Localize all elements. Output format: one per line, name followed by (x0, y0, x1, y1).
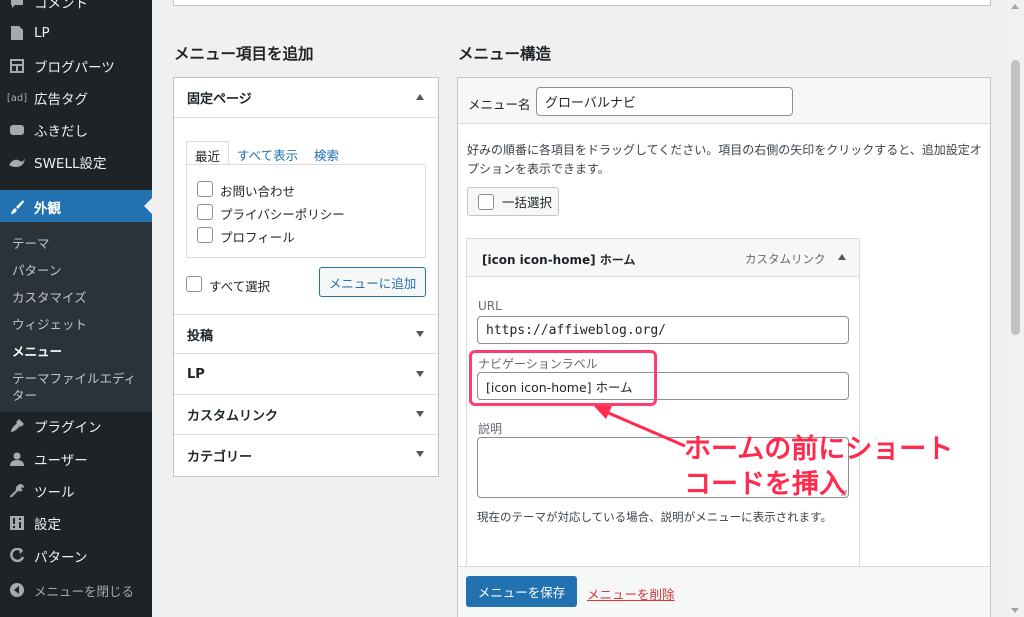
sidebar-item-users[interactable]: ユーザー (0, 443, 152, 475)
page-label-contact: お問い合わせ (220, 184, 296, 199)
instructions-text: 好みの順番に各項目をドラッグしてください。項目の右側の矢印をクリックすると、追加… (467, 143, 982, 176)
collapse-item-icon[interactable] (838, 254, 846, 260)
submenu-item-widgets[interactable]: ウィジェット (12, 314, 87, 333)
menu-name-label: メニュー名 (468, 97, 531, 112)
collapse-arrow-icon (416, 94, 424, 100)
page-label-profile: プロフィール (220, 230, 295, 245)
select-all-label: すべて選択 (209, 279, 271, 294)
expand-arrow-icon (416, 451, 424, 457)
expand-arrow-icon (416, 371, 424, 377)
appearance-submenu: テーマ パターン カスタマイズ ウィジェット メニュー テーマファイルエディ タ… (0, 222, 152, 412)
description-label: 説明 (478, 422, 503, 436)
submenu-item-theme-file-editor-cont[interactable]: ター (12, 385, 37, 404)
top-panel (173, 0, 991, 6)
scroll-thumb[interactable] (1011, 60, 1020, 335)
save-menu-button[interactable]: メニューを保存 (466, 576, 577, 607)
swell-icon (0, 156, 34, 168)
ad-icon: [ad] (6, 92, 28, 104)
sidebar-item-plugins[interactable]: プラグイン (0, 410, 152, 442)
scroll-up-icon[interactable] (1011, 4, 1019, 9)
expand-arrow-icon (416, 331, 424, 337)
sidebar-item-patterns[interactable]: パターン (0, 540, 152, 572)
url-input[interactable]: https://affiweblog.org/ (477, 316, 849, 344)
menu-structure-title: メニュー構造 (458, 45, 552, 63)
page-label-privacy: プライバシーポリシー (220, 207, 345, 222)
menu-item-type: カスタムリンク (745, 252, 826, 266)
tab-recent[interactable]: 最近 (186, 141, 230, 165)
annotation-text: ホームの前にショート コードを挿入 (684, 432, 953, 502)
user-icon (0, 451, 34, 467)
accordion-lp[interactable]: LP (174, 355, 438, 395)
bulk-select-checkbox (478, 193, 494, 210)
accordion-categories[interactable]: カテゴリー (174, 435, 438, 475)
highlight-box (469, 350, 657, 406)
page-checkbox-contact[interactable] (197, 181, 213, 197)
page-scrollbar[interactable] (1007, 0, 1024, 617)
bulk-select-button[interactable]: 一括選択 (467, 187, 559, 216)
url-label: URL (478, 299, 502, 313)
submenu-item-patterns[interactable]: パターン (12, 260, 61, 279)
page-checkbox-privacy[interactable] (197, 204, 213, 220)
description-note: 現在のテーマが対応している場合、説明がメニューに表示されます。 (477, 510, 833, 524)
sidebar-item-ad-tag[interactable]: [ad] 広告タグ (0, 82, 152, 114)
page-icon (0, 25, 34, 41)
settings-icon (0, 515, 34, 531)
collapse-icon (0, 582, 34, 598)
delete-menu-link[interactable]: メニューを削除 (587, 584, 675, 603)
tab-view-all[interactable]: すべて表示 (229, 141, 306, 165)
sidebar-item-comments[interactable]: コメント (0, 0, 152, 18)
admin-sidebar: コメント LP ブログパーツ [ad] 広告タグ ふきだし SWELL設定 外観 (0, 0, 152, 617)
sidebar-item-lp[interactable]: LP (0, 17, 152, 49)
sidebar-item-appearance[interactable]: 外観 (0, 190, 152, 223)
add-menu-items-title: メニュー項目を追加 (174, 45, 314, 63)
sidebar-item-blog-parts[interactable]: ブログパーツ (0, 50, 152, 82)
sidebar-item-speech-bubble[interactable]: ふきだし (0, 114, 152, 146)
annotation-line-2: コードを挿入 (684, 469, 846, 500)
sidebar-item-settings[interactable]: 設定 (0, 507, 152, 539)
pattern-icon (0, 548, 34, 564)
accordion-posts[interactable]: 投稿 (174, 314, 438, 354)
sidebar-item-swell-settings[interactable]: SWELL設定 (0, 146, 152, 178)
submenu-item-themes[interactable]: テーマ (12, 233, 50, 252)
annotation-line-1: ホームの前にショート (684, 434, 954, 465)
menu-name-input[interactable]: グローバルナビ (536, 87, 793, 116)
wrench-icon (0, 483, 34, 499)
menu-item-title: [icon icon-home] ホーム (482, 253, 636, 267)
page-checkbox-profile[interactable] (197, 227, 213, 243)
sidebar-item-tools[interactable]: ツール (0, 475, 152, 507)
brush-icon (0, 199, 34, 215)
select-all-checkbox[interactable] (186, 276, 202, 292)
submenu-item-menus[interactable]: メニュー (12, 341, 62, 360)
comment-icon (0, 0, 34, 10)
expand-arrow-icon (416, 411, 424, 417)
tab-search[interactable]: 検索 (306, 141, 347, 165)
annotation-arrow-icon (594, 406, 686, 448)
collapse-menu-button[interactable]: メニューを閉じる (0, 574, 152, 606)
layout-icon (0, 58, 34, 74)
plugin-icon (0, 418, 34, 434)
accordion-custom-links[interactable]: カスタムリンク (174, 395, 438, 435)
speech-bubble-icon (0, 124, 34, 136)
accordion-fixed-pages[interactable]: 固定ページ (174, 78, 438, 118)
add-to-menu-button[interactable]: メニューに追加 (319, 267, 426, 297)
scroll-down-icon[interactable] (1011, 608, 1019, 613)
submenu-item-customize[interactable]: カスタマイズ (12, 287, 87, 306)
